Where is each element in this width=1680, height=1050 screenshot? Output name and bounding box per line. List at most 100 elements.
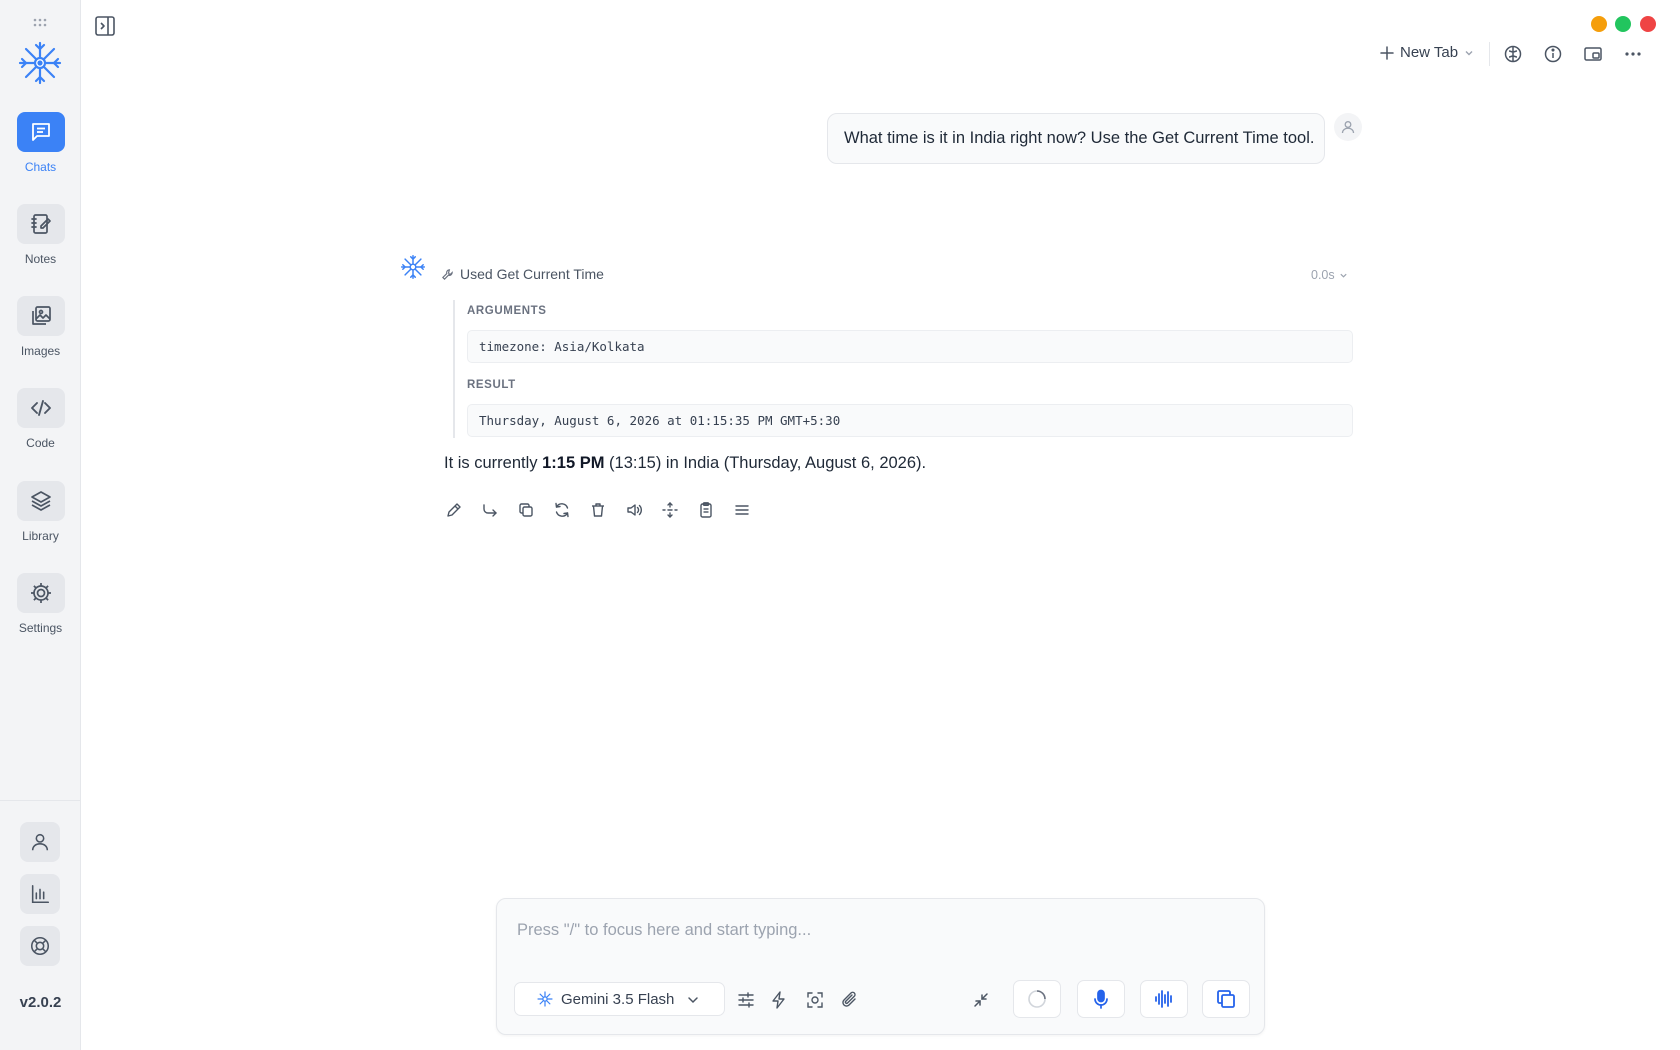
chevron-down-icon bbox=[688, 997, 698, 1004]
sidebar-divider bbox=[0, 800, 81, 801]
sidebar-item-label: Settings bbox=[18, 621, 63, 635]
sidebar-item-notes[interactable]: Notes bbox=[0, 204, 81, 266]
result-code: Thursday, August 6, 2026 at 01:15:35 PM … bbox=[467, 404, 1353, 437]
sidebar-item-label: Code bbox=[26, 436, 55, 450]
sidebar-item-settings[interactable]: Settings bbox=[0, 573, 81, 635]
answer-bold: 1:15 PM bbox=[542, 454, 605, 472]
plus-icon bbox=[1380, 45, 1394, 60]
sliders-icon[interactable] bbox=[736, 990, 756, 1010]
notes-tile[interactable] bbox=[16, 204, 65, 244]
split-icon bbox=[662, 502, 678, 518]
spinner-icon bbox=[1028, 990, 1046, 1008]
voice-mode-button[interactable] bbox=[1140, 980, 1188, 1018]
layers-icon bbox=[30, 491, 51, 511]
regenerate-button[interactable] bbox=[552, 500, 572, 520]
notes-icon bbox=[30, 214, 51, 234]
more-icon[interactable] bbox=[1622, 43, 1644, 65]
speak-icon bbox=[627, 504, 642, 516]
chevron-down-icon bbox=[1465, 50, 1473, 55]
duration-label: 0.0s bbox=[1311, 268, 1335, 282]
assistant-answer: It is currently 1:15 PM (13:15) in India… bbox=[444, 454, 926, 473]
tool-call-title: Used Get Current Time bbox=[460, 266, 604, 282]
message-actions bbox=[444, 500, 752, 520]
edit-button[interactable] bbox=[444, 500, 464, 520]
arguments-code: timezone: Asia/Kolkata bbox=[467, 330, 1353, 363]
split-button[interactable] bbox=[660, 500, 680, 520]
sidebar-item-label: Notes bbox=[24, 252, 57, 266]
assistant-logo-icon bbox=[400, 254, 426, 280]
sidebar-item-label: Library bbox=[22, 529, 59, 543]
answer-prefix: It is currently bbox=[444, 454, 543, 472]
window-icon[interactable] bbox=[1582, 43, 1604, 65]
loading-button[interactable] bbox=[1013, 980, 1061, 1018]
edit-icon bbox=[447, 503, 461, 517]
sidebar-item-images[interactable]: Images bbox=[0, 296, 81, 358]
composer: Gemini 3.5 Flash bbox=[496, 898, 1265, 1035]
images-icon bbox=[31, 306, 51, 325]
menu-icon bbox=[735, 505, 749, 515]
answer-suffix: (13:15) in India (Thursday, August 6, 20… bbox=[604, 454, 927, 472]
delete-icon bbox=[592, 503, 604, 517]
forward-icon bbox=[483, 504, 497, 517]
clipboard-button[interactable] bbox=[696, 500, 716, 520]
duplicate-icon bbox=[1217, 990, 1235, 1008]
message-input[interactable] bbox=[517, 917, 1237, 943]
user-icon bbox=[31, 833, 49, 851]
menu-button[interactable] bbox=[732, 500, 752, 520]
maximize-window-button[interactable] bbox=[1615, 16, 1631, 32]
new-tab-label: New Tab bbox=[1400, 44, 1459, 61]
app-logo-icon bbox=[18, 41, 62, 85]
sidebar: Chats Notes Images Code Library Settings… bbox=[0, 0, 81, 1050]
microphone-icon bbox=[1094, 989, 1108, 1009]
lightning-icon[interactable] bbox=[769, 990, 789, 1010]
copy-button[interactable] bbox=[516, 500, 536, 520]
microphone-button[interactable] bbox=[1077, 980, 1125, 1018]
sidebar-item-label: Chats bbox=[24, 160, 57, 174]
topbar-divider bbox=[1489, 42, 1490, 66]
drag-handle-icon[interactable] bbox=[32, 18, 48, 28]
sidebar-item-chats[interactable]: Chats bbox=[0, 112, 81, 174]
user-avatar bbox=[1334, 113, 1362, 141]
sidebar-item-label: Images bbox=[20, 344, 61, 358]
info-icon[interactable] bbox=[1542, 43, 1564, 65]
sidebar-item-code[interactable]: Code bbox=[0, 388, 81, 450]
model-selector[interactable]: Gemini 3.5 Flash bbox=[514, 982, 725, 1016]
collapse-icon[interactable] bbox=[971, 990, 991, 1010]
arguments-label: ARGUMENTS bbox=[467, 305, 547, 317]
model-logo-icon bbox=[537, 991, 553, 1007]
tool-call-header[interactable]: Used Get Current Time bbox=[441, 266, 604, 282]
app-version: v2.0.2 bbox=[19, 994, 62, 1011]
stats-button[interactable] bbox=[20, 874, 60, 914]
code-tile[interactable] bbox=[16, 388, 65, 428]
brain-icon[interactable] bbox=[1502, 43, 1524, 65]
chat-icon bbox=[31, 123, 50, 141]
delete-button[interactable] bbox=[588, 500, 608, 520]
wrench-icon bbox=[442, 268, 453, 280]
speak-button[interactable] bbox=[624, 500, 644, 520]
profile-button[interactable] bbox=[20, 822, 60, 862]
lifebuoy-icon bbox=[30, 936, 50, 956]
toggle-panel-icon[interactable] bbox=[94, 15, 116, 37]
minimize-window-button[interactable] bbox=[1591, 16, 1607, 32]
result-label: RESULT bbox=[467, 379, 516, 391]
clipboard-icon bbox=[700, 502, 712, 518]
user-message: What time is it in India right now? Use … bbox=[827, 113, 1325, 164]
images-tile[interactable] bbox=[16, 296, 65, 336]
help-button[interactable] bbox=[20, 926, 60, 966]
forward-button[interactable] bbox=[480, 500, 500, 520]
close-window-button[interactable] bbox=[1640, 16, 1656, 32]
duplicate-button[interactable] bbox=[1202, 980, 1250, 1018]
tool-call-rail bbox=[453, 300, 455, 438]
attach-icon[interactable] bbox=[840, 990, 860, 1010]
chevron-down-icon bbox=[1340, 273, 1347, 278]
gear-icon bbox=[30, 583, 51, 603]
library-tile[interactable] bbox=[16, 481, 65, 521]
settings-tile[interactable] bbox=[16, 573, 65, 613]
tool-call-duration[interactable]: 0.0s bbox=[1311, 268, 1348, 282]
waveform-icon bbox=[1155, 990, 1172, 1008]
chats-tile[interactable] bbox=[16, 112, 65, 152]
sidebar-item-library[interactable]: Library bbox=[0, 481, 81, 543]
screenshot-icon[interactable] bbox=[805, 990, 825, 1010]
user-icon bbox=[1341, 121, 1355, 134]
new-tab-button[interactable]: New Tab bbox=[1380, 44, 1474, 61]
